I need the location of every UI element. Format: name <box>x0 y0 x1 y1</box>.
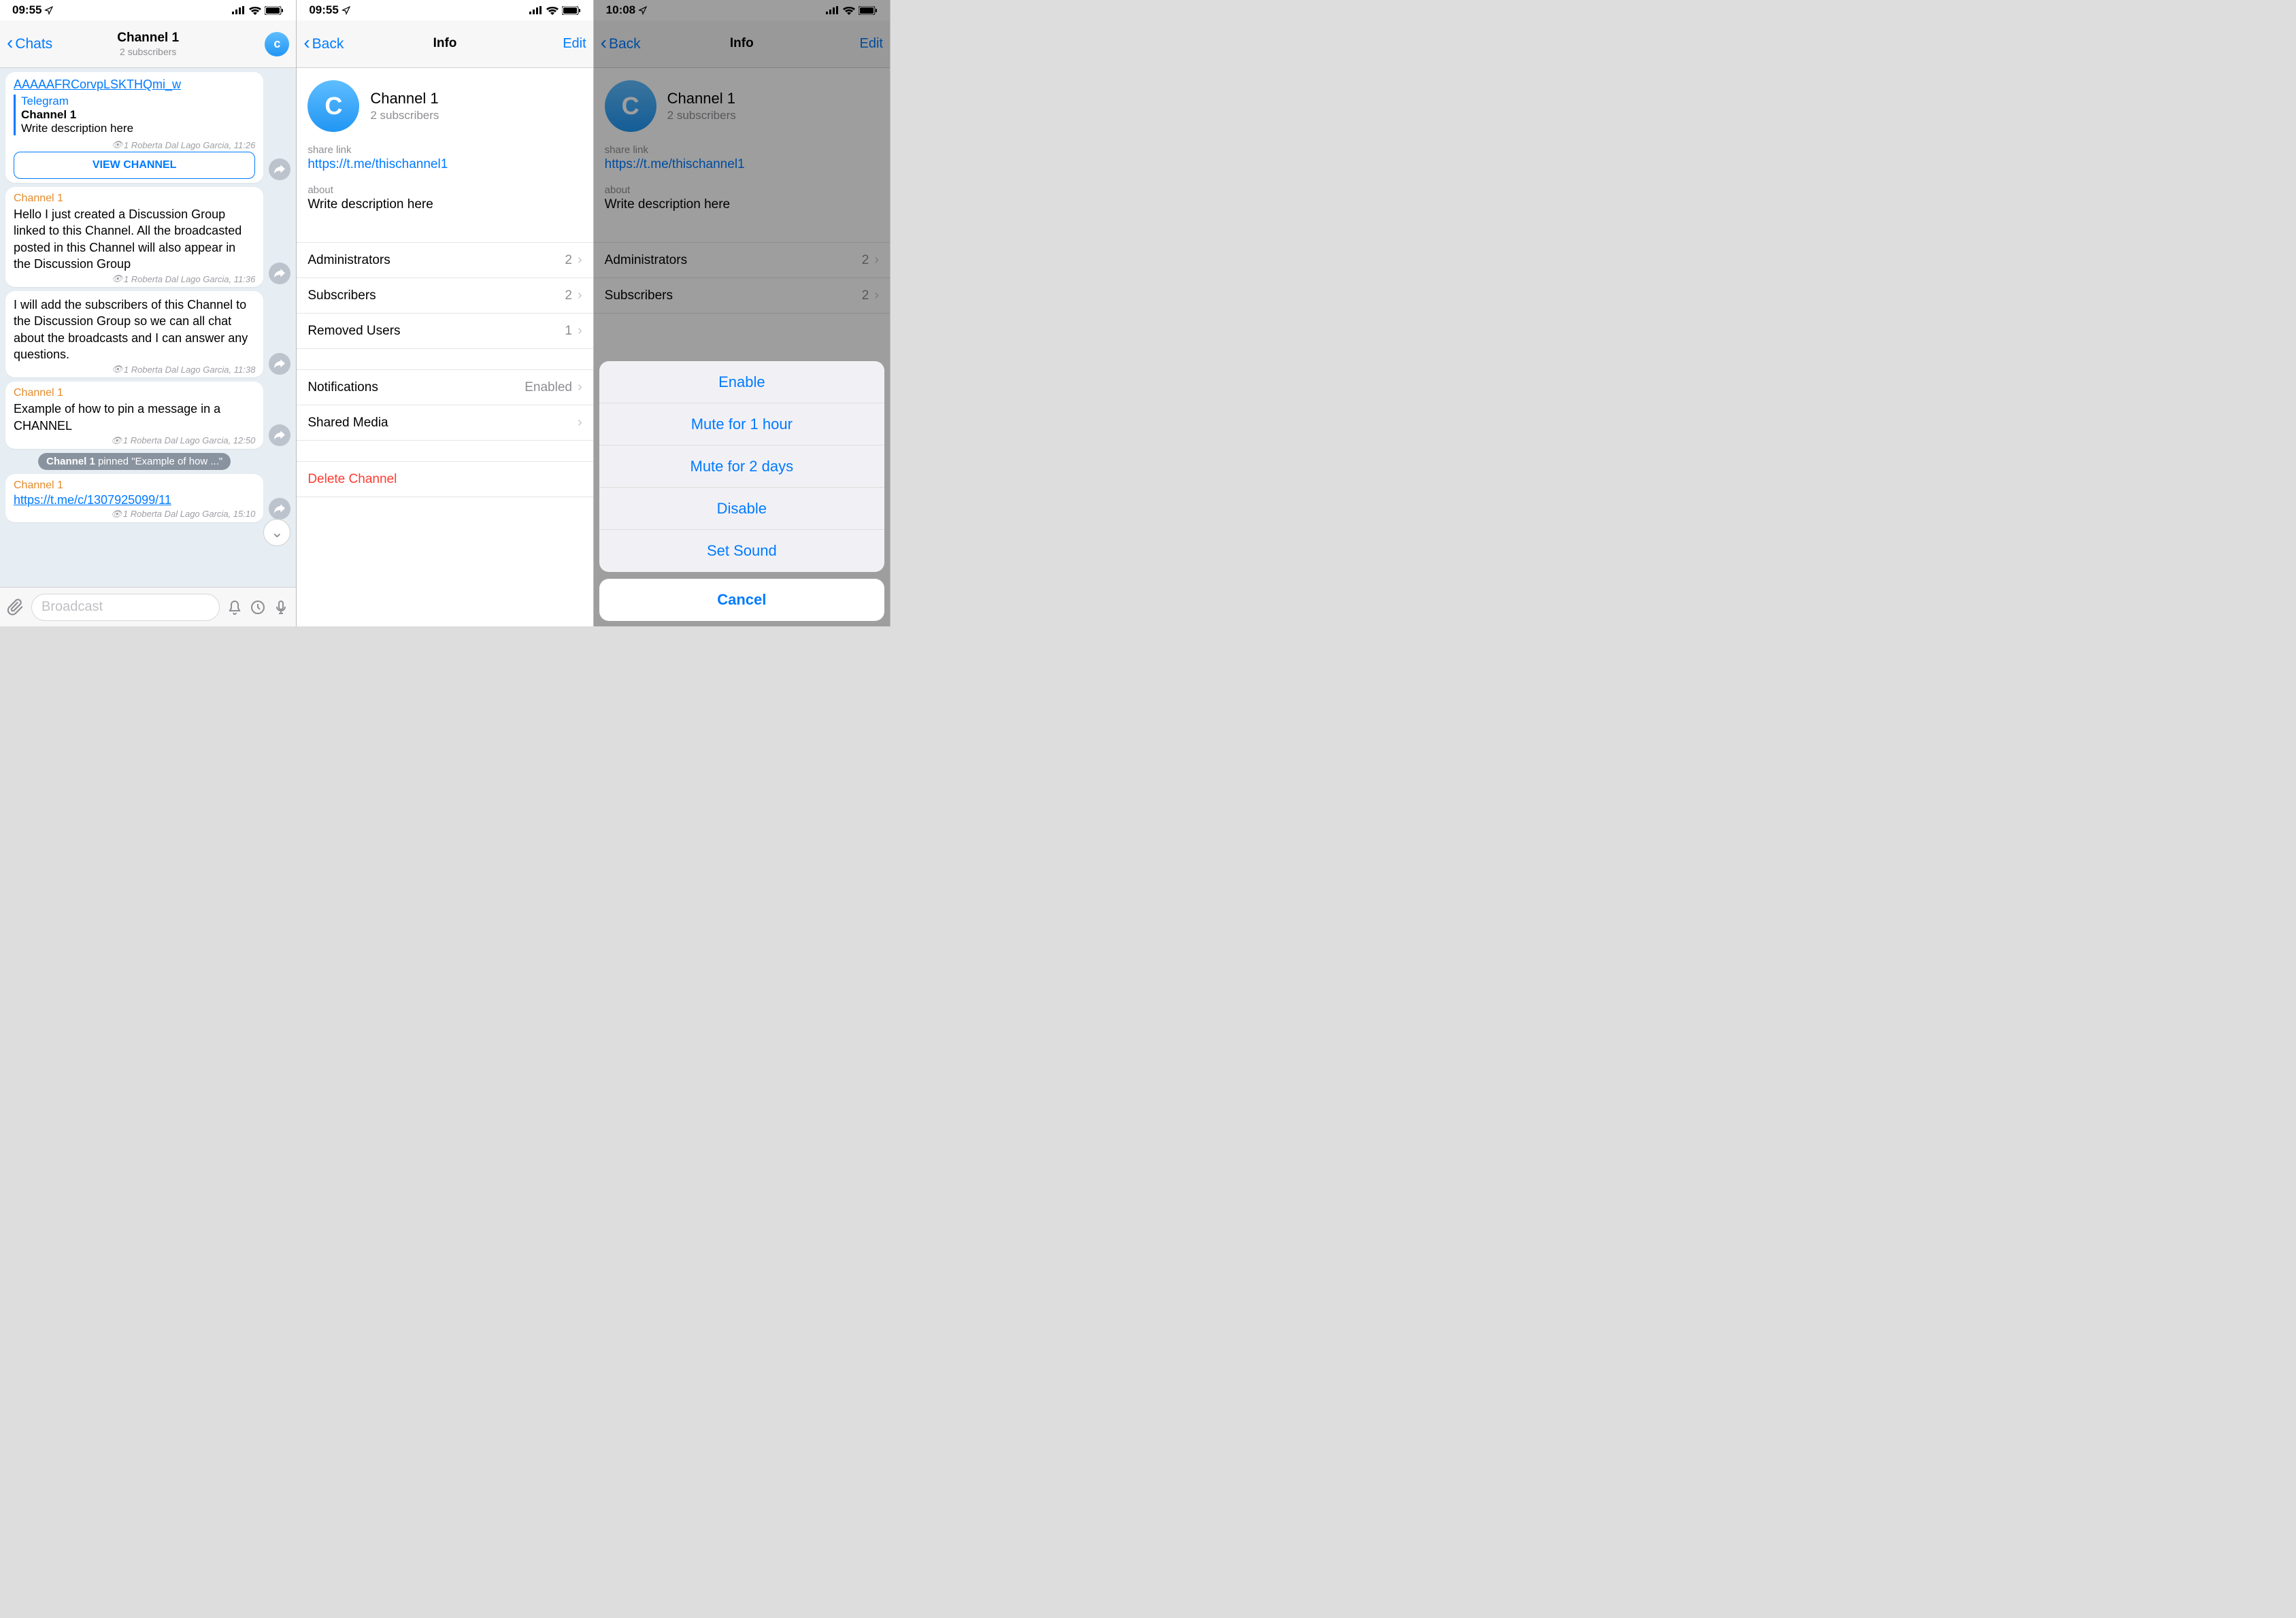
forward-icon[interactable] <box>269 498 290 520</box>
message-link[interactable]: AAAAAFRCorvpLSKTHQmi_w <box>14 78 255 92</box>
delete-channel-row[interactable]: Delete Channel <box>297 462 593 497</box>
back-button[interactable]: ‹ Chats <box>7 34 52 54</box>
message-bubble[interactable]: AAAAAFRCorvpLSKTHQmi_w Telegram Channel … <box>5 72 263 183</box>
nav-bar: ‹ Chats Channel 1 2 subscribers c <box>0 20 296 68</box>
info-body: C Channel 1 2 subscribers share link htt… <box>297 68 593 626</box>
nav-bar: ‹Back Info Edit <box>297 20 593 68</box>
message-meta: 👁1 Roberta Dal Lago Garcia, 11:36 <box>14 273 255 284</box>
channel-avatar[interactable]: C <box>307 80 359 132</box>
subscribers-row[interactable]: Subscribers2› <box>297 278 593 314</box>
status-time: 09:55 <box>12 3 41 17</box>
message-sender: Channel 1 <box>14 192 255 205</box>
back-button[interactable]: ‹Back <box>303 34 344 54</box>
message-sender: Channel 1 <box>14 479 255 492</box>
view-channel-button[interactable]: VIEW CHANNEL <box>14 152 255 179</box>
forward-icon[interactable] <box>269 424 290 446</box>
service-message: Channel 1 pinned "Example of how ..." <box>5 453 263 470</box>
chevron-left-icon: ‹ <box>7 32 13 54</box>
mute-2-days-option[interactable]: Mute for 2 days <box>599 445 884 488</box>
signal-icon <box>529 6 543 14</box>
sharelink-label: share link <box>297 141 593 156</box>
forward-icon[interactable] <box>269 158 290 180</box>
battery-icon <box>265 6 284 15</box>
wifi-icon <box>249 6 261 15</box>
nav-title: Info <box>365 36 525 52</box>
about-label: about <box>297 182 593 196</box>
chevron-left-icon: ‹ <box>303 32 310 54</box>
message-link[interactable]: https://t.me/c/1307925099/11 <box>14 493 255 507</box>
embed-site: Telegram <box>21 95 255 108</box>
chat-screen: 09:55 ‹ Chats Channel 1 2 subscribers c … <box>0 0 297 626</box>
location-icon <box>44 6 53 15</box>
forward-icon[interactable] <box>269 353 290 375</box>
message-text: Hello I just created a Discussion Group … <box>14 206 255 272</box>
channel-sub: 2 subscribers <box>370 109 439 122</box>
link-embed: Telegram Channel 1 Write description her… <box>14 95 255 135</box>
message-text: Example of how to pin a message in a CHA… <box>14 401 255 434</box>
message-bubble[interactable]: Channel 1 Example of how to pin a messag… <box>5 382 263 449</box>
message-bubble[interactable]: Channel 1 Hello I just created a Discuss… <box>5 187 263 287</box>
forward-icon[interactable] <box>269 263 290 284</box>
back-label: Chats <box>15 36 52 52</box>
chevron-right-icon: › <box>578 415 582 431</box>
removed-users-row[interactable]: Removed Users1› <box>297 314 593 349</box>
action-sheet: Enable Mute for 1 hour Mute for 2 days D… <box>599 361 884 621</box>
embed-name: Channel 1 <box>21 108 255 122</box>
mic-icon[interactable] <box>273 599 289 616</box>
message-sender: Channel 1 <box>14 387 255 399</box>
settings-group: NotificationsEnabled› Shared Media› <box>297 369 593 441</box>
chevron-right-icon: › <box>578 288 582 303</box>
status-bar: 09:55 <box>297 0 593 20</box>
signal-icon <box>232 6 246 14</box>
notifications-row[interactable]: NotificationsEnabled› <box>297 370 593 405</box>
channel-title: Channel 1 <box>370 90 439 107</box>
location-icon <box>342 6 350 15</box>
members-group: Administrators2› Subscribers2› Removed U… <box>297 242 593 349</box>
administrators-row[interactable]: Administrators2› <box>297 243 593 278</box>
shared-media-row[interactable]: Shared Media› <box>297 405 593 441</box>
mute-icon[interactable] <box>227 599 243 616</box>
about-value: Write description here <box>297 196 593 222</box>
danger-group: Delete Channel <box>297 461 593 497</box>
broadcast-input[interactable]: Broadcast <box>31 594 220 621</box>
scroll-down-button[interactable]: ⌄ <box>263 519 290 546</box>
enable-option[interactable]: Enable <box>599 361 884 403</box>
message-meta: 👁1 Roberta Dal Lago Garcia, 12:50 <box>14 435 255 446</box>
chevron-right-icon: › <box>578 323 582 339</box>
message-bubble[interactable]: Channel 1 https://t.me/c/1307925099/11 👁… <box>5 474 263 522</box>
set-sound-option[interactable]: Set Sound <box>599 530 884 572</box>
wifi-icon <box>546 6 559 15</box>
message-text: I will add the subscribers of this Chann… <box>14 297 255 363</box>
sheet-options: Enable Mute for 1 hour Mute for 2 days D… <box>599 361 884 572</box>
message-bubble[interactable]: I will add the subscribers of this Chann… <box>5 291 263 377</box>
schedule-icon[interactable] <box>250 599 266 616</box>
message-meta: 👁1 Roberta Dal Lago Garcia, 11:38 <box>14 364 255 375</box>
compose-bar: Broadcast <box>0 587 296 626</box>
back-label: Back <box>312 36 344 52</box>
message-meta: 👁1 Roberta Dal Lago Garcia, 11:26 <box>14 139 255 150</box>
chevron-right-icon: › <box>578 380 582 395</box>
sharelink-value[interactable]: https://t.me/thischannel1 <box>297 156 593 182</box>
info-screen: 09:55 ‹Back Info Edit C Channel 1 2 subs… <box>297 0 593 626</box>
edit-button[interactable]: Edit <box>563 36 586 52</box>
info-header: C Channel 1 2 subscribers <box>297 68 593 141</box>
attach-icon[interactable] <box>7 599 24 616</box>
chevron-right-icon: › <box>578 252 582 268</box>
channel-avatar[interactable]: c <box>265 32 289 56</box>
mute-1-hour-option[interactable]: Mute for 1 hour <box>599 403 884 445</box>
cancel-button[interactable]: Cancel <box>599 579 884 621</box>
nav-title: Channel 1 <box>68 31 228 46</box>
battery-icon <box>562 6 581 15</box>
status-bar: 09:55 <box>0 0 296 20</box>
info-screen-sheet: 10:08 ‹Back Info Edit C Channel 1 2 subs… <box>594 0 891 626</box>
disable-option[interactable]: Disable <box>599 488 884 530</box>
message-meta: 👁1 Roberta Dal Lago Garcia, 15:10 <box>14 509 255 520</box>
messages-list[interactable]: AAAAAFRCorvpLSKTHQmi_w Telegram Channel … <box>0 68 296 587</box>
embed-desc: Write description here <box>21 122 255 135</box>
nav-subtitle: 2 subscribers <box>68 46 228 57</box>
status-time: 09:55 <box>309 3 338 17</box>
